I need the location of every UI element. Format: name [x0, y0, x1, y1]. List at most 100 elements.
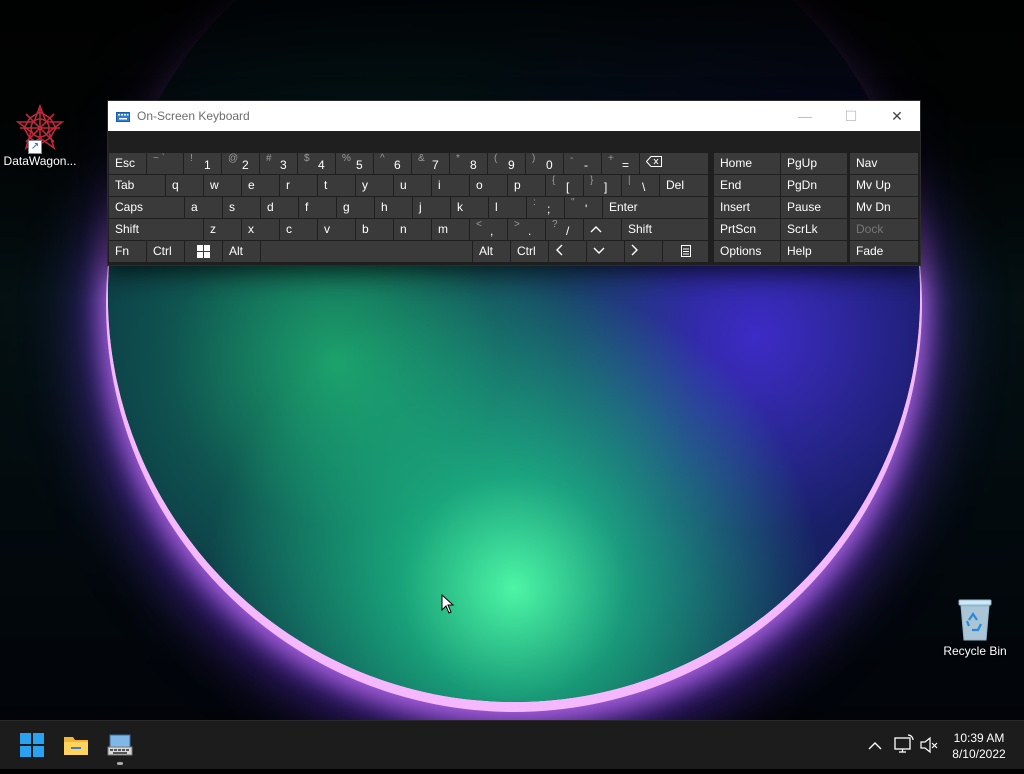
key-space[interactable]: [261, 241, 472, 262]
key-t[interactable]: t: [318, 175, 355, 196]
key-a[interactable]: a: [185, 197, 222, 218]
key-pgup[interactable]: PgUp: [781, 153, 847, 174]
key-windows[interactable]: [185, 241, 222, 262]
windows-start-icon: [20, 733, 44, 757]
key-arrow-right[interactable]: [625, 241, 662, 262]
key-arrow-down[interactable]: [587, 241, 624, 262]
window-titlebar[interactable]: On-Screen Keyboard — ☐ ✕: [108, 101, 920, 131]
key-b[interactable]: b: [356, 219, 393, 240]
options-button[interactable]: Options: [714, 241, 780, 262]
key-pgdn[interactable]: PgDn: [781, 175, 847, 196]
key-p[interactable]: p: [508, 175, 545, 196]
key-pause[interactable]: Pause: [781, 197, 847, 218]
key-z[interactable]: z: [204, 219, 241, 240]
key-7[interactable]: & 7: [412, 153, 449, 174]
close-button[interactable]: ✕: [874, 101, 920, 131]
key-c[interactable]: c: [280, 219, 317, 240]
key-v[interactable]: v: [318, 219, 355, 240]
key-tilde[interactable]: ~ `: [147, 153, 183, 174]
key-arrow-up[interactable]: [584, 219, 621, 240]
key-d[interactable]: d: [261, 197, 298, 218]
key-5[interactable]: % 5: [336, 153, 373, 174]
key-esc[interactable]: Esc: [109, 153, 146, 174]
key-e[interactable]: e: [242, 175, 279, 196]
minimize-button[interactable]: —: [782, 101, 828, 131]
maximize-button[interactable]: ☐: [828, 101, 874, 131]
key-w[interactable]: w: [204, 175, 241, 196]
key-l[interactable]: l: [489, 197, 526, 218]
key-menu[interactable]: [663, 241, 708, 262]
key-s[interactable]: s: [223, 197, 260, 218]
keyboard-keys: Esc ~ ` ! 1 @2 #3 $4 % 5 ^ 6 & 7 * 8 (9 ) 0 --…: [108, 131, 920, 265]
key-fn[interactable]: Fn: [109, 241, 146, 262]
key-end[interactable]: End: [714, 175, 780, 196]
key-ctrl-left[interactable]: Ctrl: [147, 241, 184, 262]
key-quote[interactable]: " ': [565, 197, 602, 218]
desktop-icon-datawagon[interactable]: ↗ DataWagon...: [0, 103, 80, 168]
key-x[interactable]: x: [242, 219, 279, 240]
key-ctrl-right[interactable]: Ctrl: [511, 241, 548, 262]
key-m[interactable]: m: [432, 219, 469, 240]
on-screen-keyboard-taskbar-button[interactable]: [104, 729, 136, 765]
key-u[interactable]: u: [394, 175, 431, 196]
key-scrlk[interactable]: ScrLk: [781, 219, 847, 240]
key-4[interactable]: $4: [298, 153, 335, 174]
key-backspace[interactable]: [640, 153, 708, 174]
key-n[interactable]: n: [394, 219, 431, 240]
move-down-button[interactable]: Mv Dn: [850, 197, 918, 218]
key-alt-right[interactable]: Alt: [473, 241, 510, 262]
key-slash[interactable]: ? /: [546, 219, 583, 240]
start-button[interactable]: [16, 729, 48, 761]
key-2[interactable]: @2: [222, 153, 259, 174]
key-del[interactable]: Del: [660, 175, 708, 196]
show-hidden-icons-button[interactable]: [866, 721, 884, 769]
key-equals[interactable]: + =: [602, 153, 639, 174]
keyboard-app-icon: [107, 734, 133, 756]
key-k[interactable]: k: [451, 197, 488, 218]
key-insert[interactable]: Insert: [714, 197, 780, 218]
key-backslash[interactable]: | \: [622, 175, 659, 196]
key-shift-left[interactable]: Shift: [109, 219, 203, 240]
key-right-bracket[interactable]: }]: [584, 175, 621, 196]
datawagon-icon: ↗: [15, 103, 65, 154]
key-f[interactable]: f: [299, 197, 336, 218]
key-semicolon[interactable]: :;: [527, 197, 564, 218]
key-alt-left[interactable]: Alt: [223, 241, 260, 262]
dock-button[interactable]: Dock: [850, 219, 918, 240]
network-status-button[interactable]: [893, 721, 915, 769]
key-enter[interactable]: Enter: [603, 197, 708, 218]
key-3[interactable]: #3: [260, 153, 297, 174]
key-prtscn[interactable]: PrtScn: [714, 219, 780, 240]
key-home[interactable]: Home: [714, 153, 780, 174]
volume-button[interactable]: [919, 721, 939, 769]
key-o[interactable]: o: [470, 175, 507, 196]
key-arrow-left[interactable]: [549, 241, 586, 262]
key-i[interactable]: i: [432, 175, 469, 196]
key-comma[interactable]: <,: [470, 219, 507, 240]
key-q[interactable]: q: [166, 175, 203, 196]
desktop-icon-recycle-bin[interactable]: Recycle Bin: [935, 596, 1015, 658]
key-1[interactable]: ! 1: [184, 153, 221, 174]
taskbar: 10:39 AM 8/10/2022: [0, 720, 1024, 769]
key-tab[interactable]: Tab: [109, 175, 165, 196]
help-button[interactable]: Help: [781, 241, 847, 262]
key-6[interactable]: ^ 6: [374, 153, 411, 174]
key-y[interactable]: y: [356, 175, 393, 196]
key-g[interactable]: g: [337, 197, 374, 218]
file-explorer-button[interactable]: [60, 729, 92, 761]
key-shift-right[interactable]: Shift: [622, 219, 708, 240]
fade-button[interactable]: Fade: [850, 241, 918, 262]
key-minus[interactable]: --: [564, 153, 601, 174]
key-h[interactable]: h: [375, 197, 412, 218]
move-up-button[interactable]: Mv Up: [850, 175, 918, 196]
key-left-bracket[interactable]: {[: [546, 175, 583, 196]
key-8[interactable]: * 8: [450, 153, 487, 174]
taskbar-clock[interactable]: 10:39 AM 8/10/2022: [944, 730, 1014, 762]
key-9[interactable]: (9: [488, 153, 525, 174]
nav-button[interactable]: Nav: [850, 153, 918, 174]
key-caps[interactable]: Caps: [109, 197, 184, 218]
key-0[interactable]: ) 0: [526, 153, 563, 174]
key-j[interactable]: j: [413, 197, 450, 218]
key-period[interactable]: >.: [508, 219, 545, 240]
key-r[interactable]: r: [280, 175, 317, 196]
